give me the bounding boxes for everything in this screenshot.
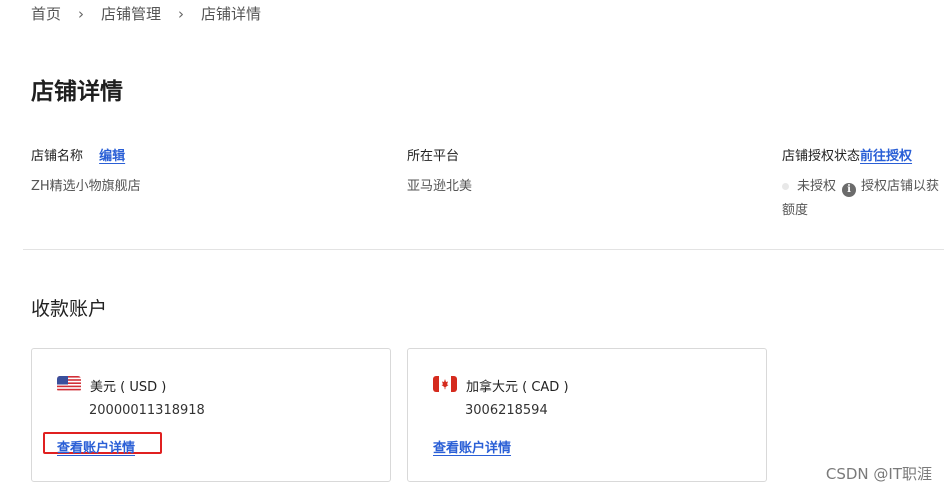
- section-title-accounts: 收款账户: [31, 298, 108, 320]
- auth-status-text: 未授权: [797, 179, 837, 194]
- account-card-cad: 加拿大元 ( CAD ) 3006218594 查看账户详情: [407, 348, 767, 482]
- store-name-value: ZH精选小物旗舰店: [31, 179, 141, 194]
- auth-hint-text: 授权店铺以获: [861, 179, 940, 194]
- breadcrumb-store-management[interactable]: 店铺管理: [101, 3, 161, 24]
- go-authorize-link[interactable]: 前往授权: [860, 149, 912, 164]
- us-flag-icon: [57, 376, 81, 392]
- view-account-details-cad-link[interactable]: 查看账户详情: [433, 437, 511, 456]
- divider: [23, 249, 944, 250]
- currency-name-cad: 加拿大元 ( CAD ): [466, 380, 569, 395]
- store-name-label: 店铺名称: [31, 149, 84, 164]
- view-account-details-usd-link[interactable]: 查看账户详情: [57, 437, 135, 456]
- chevron-right-icon: ›: [78, 4, 85, 23]
- info-icon[interactable]: i: [842, 182, 857, 197]
- edit-link[interactable]: 编辑: [99, 149, 125, 164]
- page-title: 店铺详情: [31, 79, 123, 105]
- ca-flag-icon: [433, 376, 457, 392]
- account-number-usd: 20000011318918: [89, 403, 205, 418]
- breadcrumb: 首页 › 店铺管理 › 店铺详情: [31, 3, 261, 24]
- account-card-usd: 美元 ( USD ) 20000011318918 查看账户详情: [31, 348, 391, 482]
- breadcrumb-current: 店铺详情: [201, 5, 262, 23]
- auth-status-value: 未授权 i 授权店铺以获: [782, 175, 944, 197]
- auth-hint-line2: 额度: [782, 203, 809, 218]
- chevron-right-icon: ›: [178, 4, 185, 23]
- account-number-cad: 3006218594: [465, 403, 548, 418]
- breadcrumb-home[interactable]: 首页: [31, 3, 61, 24]
- watermark: CSDN @IT职涯: [825, 465, 932, 483]
- auth-status-field: 店铺授权状态前往授权: [782, 145, 912, 164]
- auth-status-label: 店铺授权状态: [782, 149, 861, 164]
- status-dot-icon: [782, 183, 789, 190]
- currency-name-usd: 美元 ( USD ): [90, 380, 167, 395]
- platform-label: 所在平台: [407, 149, 460, 164]
- store-name-field: 店铺名称 编辑: [31, 145, 125, 164]
- platform-value: 亚马逊北美: [407, 179, 473, 194]
